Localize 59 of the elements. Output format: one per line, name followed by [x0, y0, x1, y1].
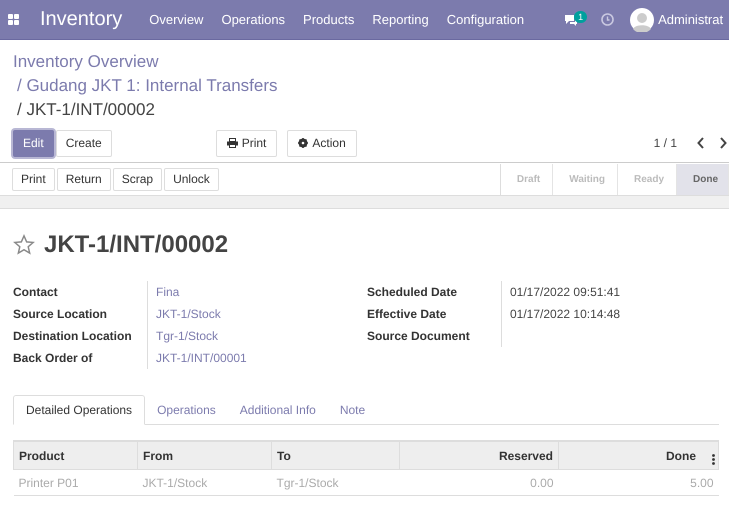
field-link[interactable]: JKT-1/INT/00001	[156, 351, 247, 365]
tab[interactable]: Note	[328, 395, 378, 424]
clock-icon[interactable]	[601, 13, 614, 26]
printer-icon	[226, 138, 238, 148]
message-count-badge: 1	[574, 10, 588, 22]
field-label: Source Document	[367, 329, 471, 343]
field-label: Source Location	[13, 307, 108, 321]
menu-item[interactable]: Configuration	[446, 12, 524, 27]
settings-icon	[298, 138, 308, 148]
column-header[interactable]: To	[272, 441, 400, 470]
field-label: Back Order of	[13, 351, 94, 365]
table-cell: JKT-1/Stock	[138, 470, 272, 496]
user-name[interactable]: Administrat	[658, 12, 724, 27]
print-button[interactable]: Print	[216, 130, 278, 156]
create-button[interactable]: Create	[56, 130, 112, 156]
field-value: 01/17/2022 10:14:48	[510, 307, 620, 321]
chat-icon[interactable]	[564, 14, 578, 26]
menu-item[interactable]: Operations	[221, 12, 286, 27]
table-cell: Printer P01	[14, 470, 138, 496]
header-button[interactable]: Scrap	[112, 168, 162, 190]
menu-item[interactable]: Products	[303, 12, 354, 27]
column-header[interactable]: Product	[14, 441, 138, 470]
previous-icon[interactable]	[697, 137, 705, 149]
tab[interactable]: Operations	[145, 395, 228, 424]
breadcrumb-current: / JKT-1/INT/00002	[16, 99, 156, 121]
pager-counter: 1 / 1	[654, 136, 677, 150]
star-icon[interactable]	[13, 234, 35, 256]
tab[interactable]: Additional Info	[228, 395, 328, 424]
field-value: 01/17/2022 09:51:41	[510, 285, 620, 299]
field-label: Effective Date	[367, 307, 448, 321]
table-cell: 5.00	[558, 470, 718, 496]
header-button[interactable]: Return	[56, 168, 111, 190]
header-button[interactable]: Unlock	[164, 168, 219, 190]
field-link[interactable]: Tgr-1/Stock	[156, 329, 218, 343]
table-cell: 0.00	[400, 470, 558, 496]
menu-item[interactable]: Overview	[149, 12, 204, 27]
header-button[interactable]: Print	[12, 168, 55, 190]
edit-button[interactable]: Edit	[13, 130, 54, 156]
field-label: Scheduled Date	[367, 285, 458, 299]
column-header[interactable]: Done	[558, 441, 718, 470]
next-icon[interactable]	[719, 137, 727, 149]
more-options-icon[interactable]	[712, 454, 715, 465]
app-name[interactable]: Inventory	[40, 8, 122, 31]
apps-menu-icon[interactable]	[8, 14, 19, 25]
menu-item[interactable]: Reporting	[372, 12, 429, 27]
tab[interactable]: Detailed Operations	[13, 395, 146, 425]
field-label: Contact	[13, 285, 59, 299]
column-header[interactable]: Reserved	[400, 441, 558, 470]
action-button[interactable]: Action	[287, 130, 357, 156]
column-header[interactable]: From	[138, 441, 272, 470]
user-avatar-icon[interactable]	[630, 8, 654, 32]
table-cell: Tgr-1/Stock	[272, 470, 400, 496]
breadcrumb-link[interactable]: Inventory Overview	[13, 50, 729, 74]
field-label: Destination Location	[13, 329, 133, 343]
record-title: JKT-1/INT/00002	[44, 231, 228, 259]
status-stage[interactable]: Done	[677, 164, 729, 194]
field-link[interactable]: JKT-1/Stock	[156, 307, 221, 321]
field-link[interactable]: Fina	[156, 285, 180, 299]
breadcrumb-link[interactable]: / Gudang JKT 1: Internal Transfers	[13, 74, 729, 98]
